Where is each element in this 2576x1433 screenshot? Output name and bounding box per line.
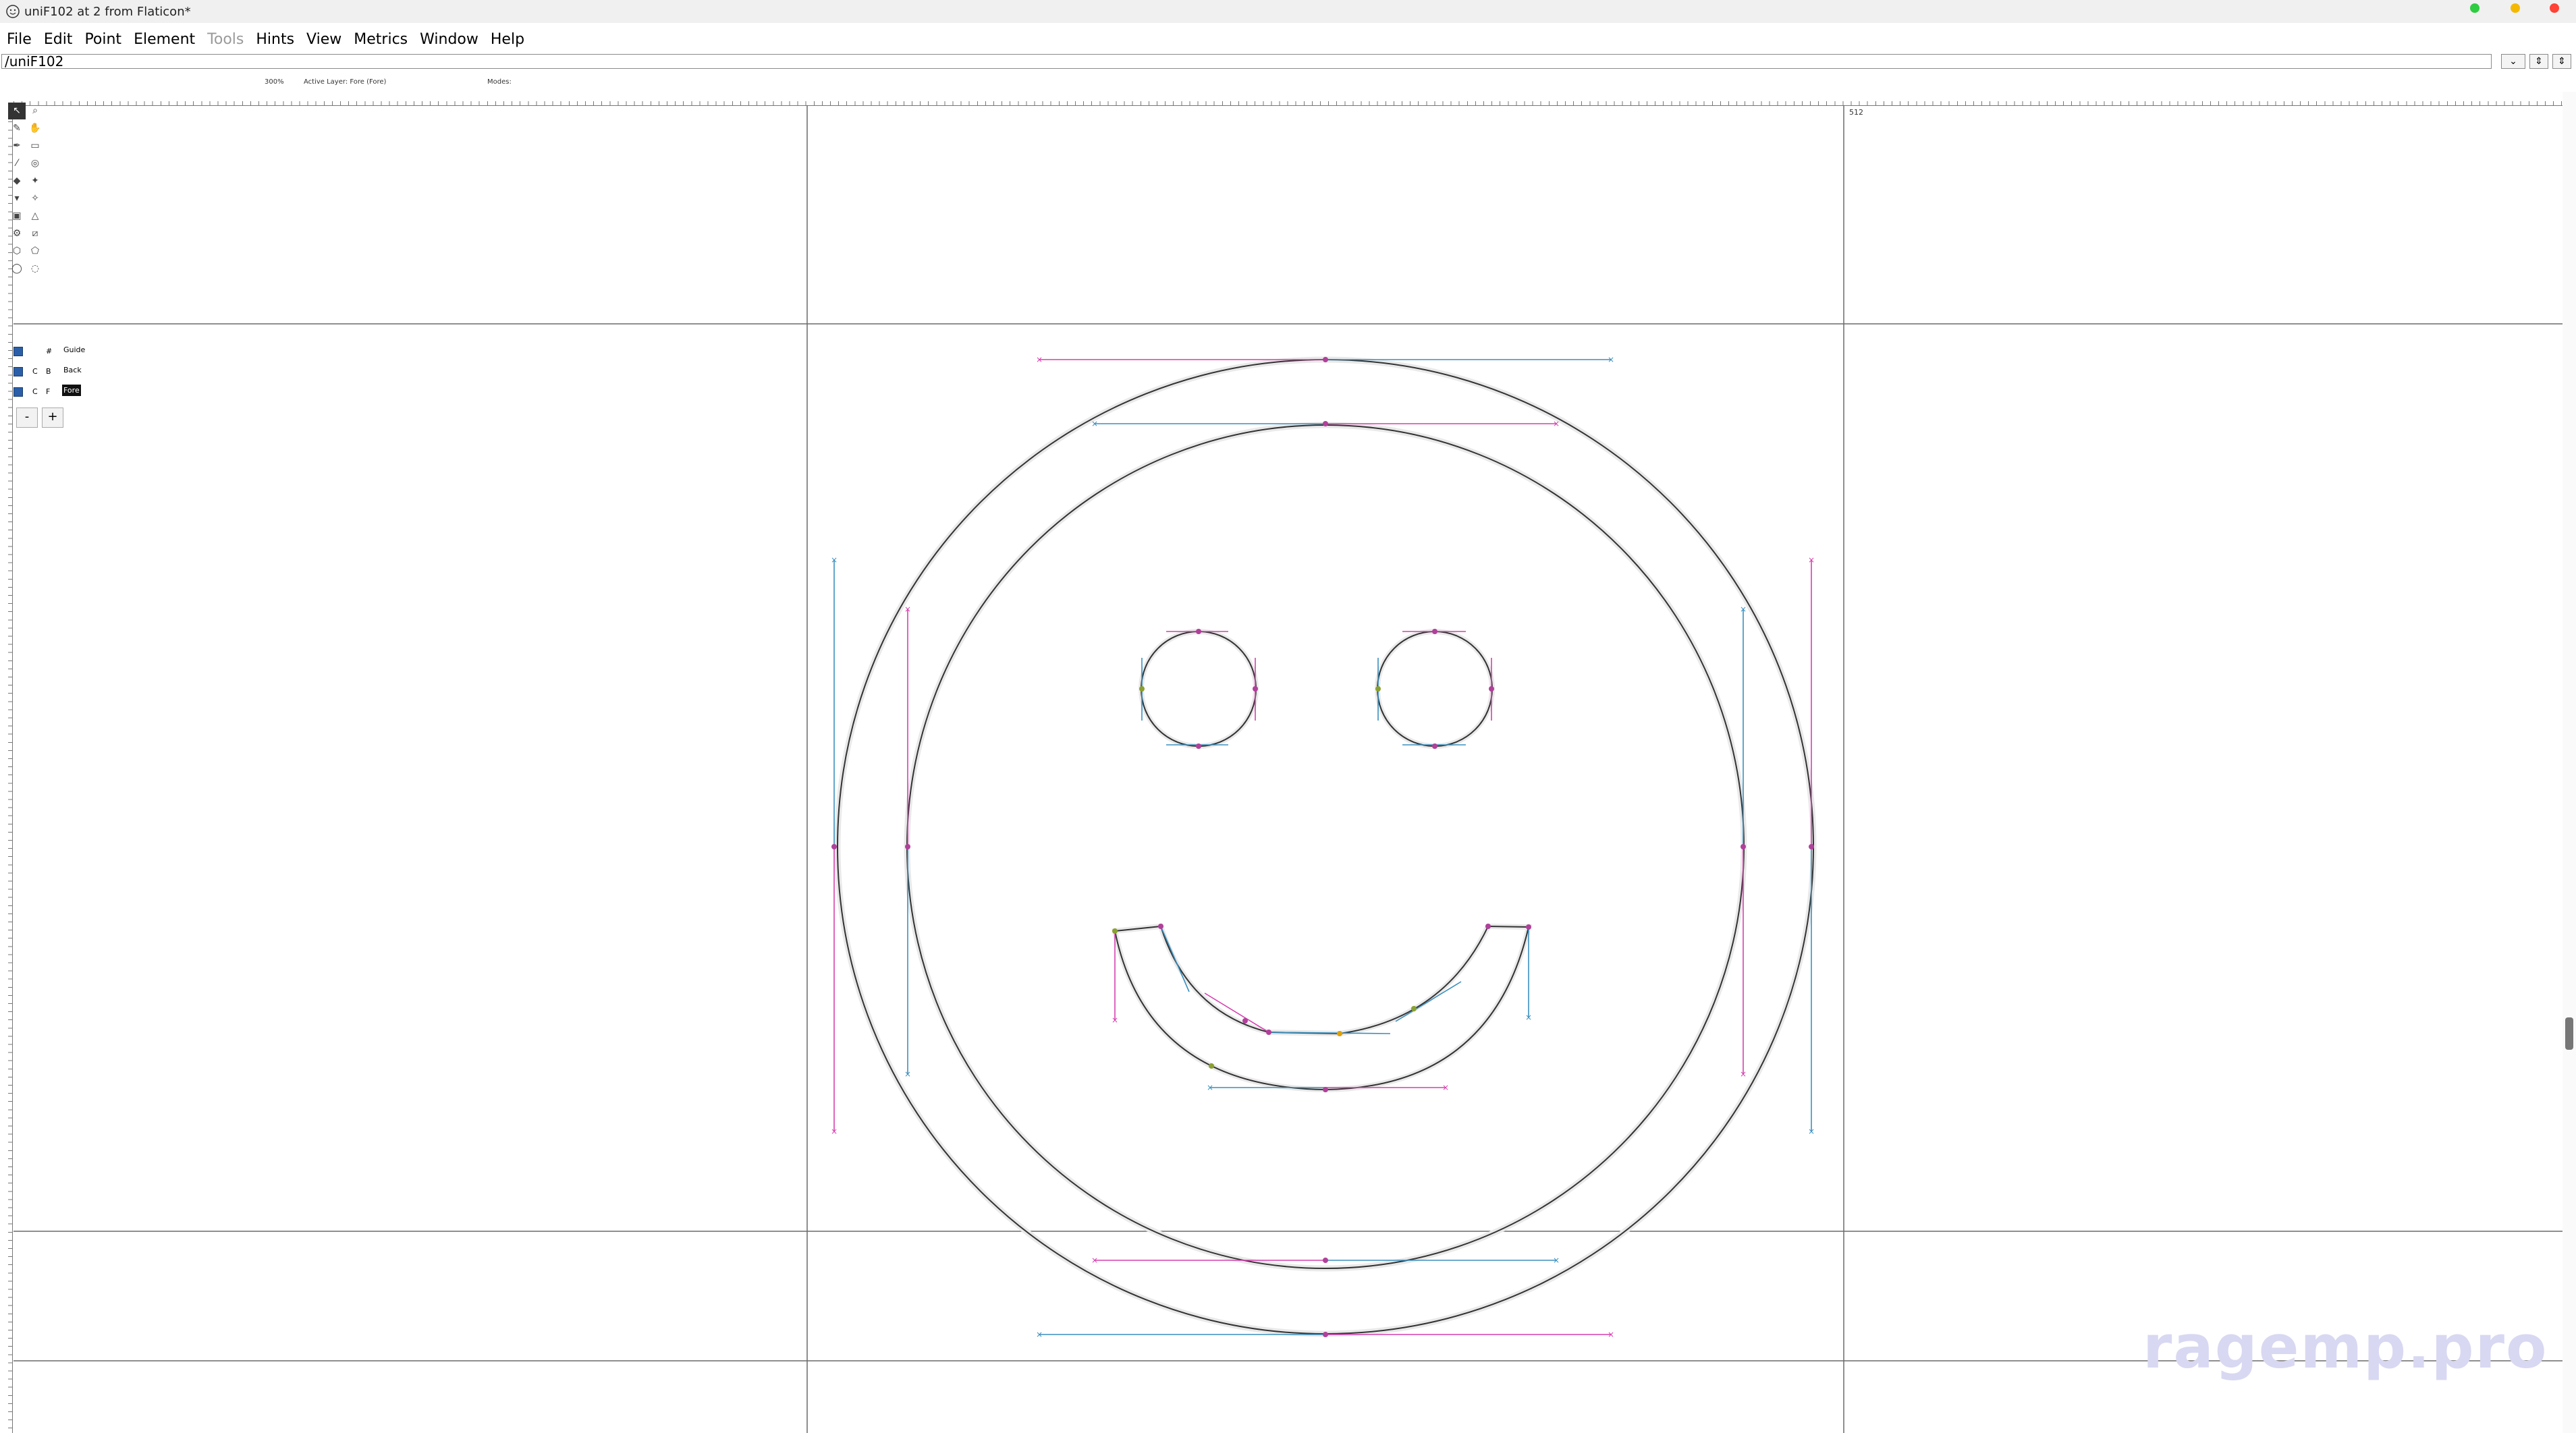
svg-text:×: × [1207, 1083, 1213, 1092]
svg-text:×: × [1553, 419, 1560, 428]
svg-text:×: × [1808, 1127, 1815, 1136]
glyph-canvas[interactable]: 512 × × × × × × × × ×× ×× ×× ×× × × × × [0, 0, 2563, 1433]
svg-text:×: × [1553, 1256, 1560, 1265]
left-eye-contour[interactable] [1141, 631, 1257, 747]
svg-text:×: × [1525, 1013, 1532, 1022]
svg-text:×: × [1608, 355, 1614, 364]
svg-text:×: × [1036, 1330, 1043, 1339]
svg-text:×: × [831, 555, 838, 565]
svg-text:×: × [1740, 1069, 1747, 1079]
watermark: ragemp.pro [2143, 1312, 2548, 1382]
svg-text:×: × [1112, 1015, 1118, 1025]
svg-text:×: × [1036, 355, 1043, 364]
svg-text:×: × [1808, 555, 1815, 565]
inner-contour[interactable] [906, 424, 1745, 1269]
svg-text:×: × [1091, 419, 1098, 428]
outer-contour[interactable] [837, 359, 1814, 1334]
glyph-outline [834, 356, 1817, 1337]
svg-text:×: × [904, 1069, 911, 1079]
advance-width-label: 512 [1849, 108, 1863, 117]
svg-text:×: × [1442, 1083, 1449, 1092]
vertical-scrollbar[interactable] [2563, 92, 2576, 1433]
mouth-contour[interactable] [1114, 925, 1530, 1091]
right-eye-contour[interactable] [1377, 631, 1493, 747]
svg-text:×: × [831, 1127, 838, 1136]
svg-text:×: × [1091, 1256, 1098, 1265]
svg-text:×: × [1608, 1330, 1614, 1339]
svg-text:×: × [1740, 605, 1747, 614]
guide-lines [13, 105, 2563, 1433]
scrollbar-thumb[interactable] [2565, 1017, 2573, 1050]
svg-text:×: × [904, 605, 911, 614]
